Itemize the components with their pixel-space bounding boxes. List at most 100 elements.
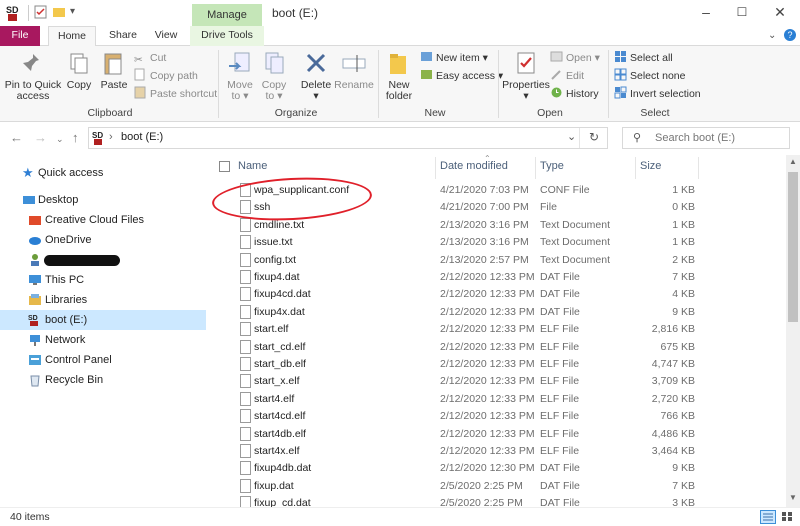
nav-item-control-panel[interactable]: Control Panel <box>0 350 206 370</box>
copy-to-icon <box>261 50 287 78</box>
move-to-button[interactable]: Move to ▾ <box>224 50 256 102</box>
up-arrow-icon[interactable]: ↑ <box>72 130 79 145</box>
table-row[interactable]: start4cd.elf 2/12/2020 12:33 PM ELF File 76… <box>208 408 786 425</box>
refresh-icon[interactable]: ↻ <box>589 130 599 144</box>
ribbon-collapse-icon[interactable]: ⌄ <box>768 30 776 41</box>
select-all-button[interactable]: Select all <box>614 50 673 66</box>
invert-selection-label: Invert selection <box>630 88 701 100</box>
column-divider[interactable] <box>535 157 536 179</box>
file-size: 3,464 KB <box>651 445 695 457</box>
scrollbar-thumb[interactable] <box>788 172 798 322</box>
details-view-icon[interactable] <box>760 510 776 524</box>
recent-locations-chevron-icon[interactable]: ⌄ <box>56 134 64 145</box>
table-row[interactable]: fixup4cd.dat 2/12/2020 12:33 PM DAT File 4 … <box>208 286 786 303</box>
close-button[interactable]: ✕ <box>764 0 796 26</box>
breadcrumb-boot[interactable]: boot (E:) <box>121 131 163 143</box>
copy-button[interactable]: Copy <box>64 50 94 91</box>
maximize-button[interactable]: ☐ <box>726 0 758 26</box>
new-folder-button[interactable]: New folder <box>382 50 416 102</box>
tab-file[interactable]: File <box>0 26 40 46</box>
properties-line2: ▾ <box>523 90 529 102</box>
tab-view[interactable]: View <box>148 26 184 46</box>
cut-button[interactable]: ✂ Cut <box>134 50 166 66</box>
delete-button[interactable]: Delete ▾ <box>296 50 336 102</box>
paste-button[interactable]: Paste <box>98 50 130 91</box>
forward-arrow-icon[interactable]: → <box>34 130 47 145</box>
open-button[interactable]: Open ▾ <box>550 50 600 66</box>
ribbon-tab-row: File Home Share View Drive Tools ⌄ ? <box>0 26 800 47</box>
help-icon[interactable]: ? <box>784 29 796 41</box>
scroll-up-arrow-icon[interactable]: ▲ <box>789 157 797 166</box>
file-size: 3,709 KB <box>651 375 695 388</box>
back-arrow-icon[interactable]: ← <box>10 130 23 145</box>
column-divider[interactable] <box>435 157 436 179</box>
scroll-down-arrow-icon[interactable]: ▼ <box>789 493 797 502</box>
file-icon <box>240 322 251 337</box>
large-icons-view-icon[interactable] <box>780 510 796 524</box>
nav-item-this-pc[interactable]: This PC <box>0 270 206 290</box>
easy-access-icon <box>420 68 433 81</box>
nav-item-creative-cloud[interactable]: Creative Cloud Files <box>0 210 206 230</box>
address-bar[interactable]: SD › boot (E:) ⌄ ↻ <box>88 127 608 149</box>
history-button[interactable]: History <box>550 86 599 102</box>
table-row[interactable]: issue.txt 2/13/2020 3:16 PM Text Document 1… <box>208 234 786 251</box>
table-row[interactable]: start_db.elf 2/12/2020 12:33 PM ELF File 4,… <box>208 356 786 373</box>
easy-access-button[interactable]: Easy access ▾ <box>420 68 503 84</box>
copy-to-button[interactable]: Copy to ▾ <box>258 50 290 102</box>
search-box[interactable]: ⚲ Search boot (E:) <box>622 127 790 149</box>
column-divider[interactable] <box>698 157 699 179</box>
table-row[interactable]: config.txt 2/13/2020 2:57 PM Text Document… <box>208 252 786 269</box>
file-type: Text Document <box>540 218 611 231</box>
nav-item-user[interactable] <box>0 250 206 270</box>
file-type: ELF File <box>540 340 580 353</box>
file-date: 2/13/2020 2:57 PM <box>440 253 529 266</box>
column-header-size[interactable]: Size <box>640 160 661 172</box>
table-row[interactable]: fixup.dat 2/5/2020 2:25 PM DAT File 7 KB <box>208 478 786 495</box>
nav-item-recycle-bin[interactable]: Recycle Bin <box>0 370 206 390</box>
minimize-button[interactable]: – <box>690 0 722 26</box>
properties-button[interactable]: Properties ▾ <box>502 50 550 102</box>
nav-item-onedrive[interactable]: OneDrive <box>0 230 206 250</box>
manage-context-tab[interactable]: Manage <box>192 4 262 26</box>
invert-selection-button[interactable]: Invert selection <box>614 86 701 102</box>
file-name: start.elf <box>254 323 289 336</box>
column-header-name[interactable]: Name <box>238 160 267 172</box>
table-row[interactable]: start_cd.elf 2/12/2020 12:33 PM ELF File 67… <box>208 339 786 356</box>
column-header-date[interactable]: Date modified <box>440 160 508 172</box>
select-all-checkbox[interactable] <box>219 161 230 172</box>
nav-item-desktop[interactable]: Desktop <box>0 190 206 210</box>
paste-shortcut-button[interactable]: Paste shortcut <box>134 86 217 102</box>
quick-access-dropdown-icon[interactable]: ▾ <box>70 6 75 17</box>
table-row[interactable]: start_x.elf 2/12/2020 12:33 PM ELF File 3,7… <box>208 373 786 390</box>
table-row[interactable]: fixup4.dat 2/12/2020 12:33 PM DAT File 7 KB <box>208 269 786 286</box>
tab-home[interactable]: Home <box>48 26 96 47</box>
address-dropdown-icon[interactable]: ⌄ <box>567 130 576 143</box>
nav-item-quick-access[interactable]: ★ Quick access <box>0 163 206 183</box>
file-date: 2/12/2020 12:33 PM <box>440 305 535 318</box>
new-item-button[interactable]: New item ▾ <box>420 50 488 66</box>
file-size: 1 KB <box>672 236 695 249</box>
table-row[interactable]: start4x.elf 2/12/2020 12:33 PM ELF File 3,4… <box>208 443 786 460</box>
table-row[interactable]: fixup4db.dat 2/12/2020 12:30 PM DAT File 9 … <box>208 460 786 477</box>
tab-share[interactable]: Share <box>104 26 142 46</box>
new-folder-quick-icon[interactable] <box>52 5 66 19</box>
table-row[interactable]: start4.elf 2/12/2020 12:33 PM ELF File 2,72… <box>208 391 786 408</box>
pin-to-quick-access-button[interactable]: Pin to Quick access <box>4 50 62 102</box>
column-divider[interactable] <box>635 157 636 179</box>
rename-button[interactable]: Rename <box>334 50 374 91</box>
table-row[interactable]: start4db.elf 2/12/2020 12:33 PM ELF File 4,… <box>208 426 786 443</box>
nav-label: Creative Cloud Files <box>45 214 145 226</box>
properties-quick-icon[interactable] <box>34 5 48 19</box>
nav-item-boot[interactable]: SD boot (E:) <box>0 310 206 330</box>
nav-item-network[interactable]: Network <box>0 330 206 350</box>
table-row[interactable]: fixup_cd.dat 2/5/2020 2:25 PM DAT File 3 KB <box>208 495 786 507</box>
column-header-type[interactable]: Type <box>540 160 564 172</box>
file-icon <box>240 339 251 354</box>
edit-button[interactable]: Edit <box>550 68 584 84</box>
copy-path-button[interactable]: Copy path <box>134 68 198 84</box>
select-none-button[interactable]: Select none <box>614 68 685 84</box>
table-row[interactable]: fixup4x.dat 2/12/2020 12:33 PM DAT File 9 K… <box>208 304 786 321</box>
tab-drive-tools[interactable]: Drive Tools <box>190 26 264 46</box>
nav-item-libraries[interactable]: Libraries <box>0 290 206 310</box>
table-row[interactable]: start.elf 2/12/2020 12:33 PM ELF File 2,816… <box>208 321 786 338</box>
